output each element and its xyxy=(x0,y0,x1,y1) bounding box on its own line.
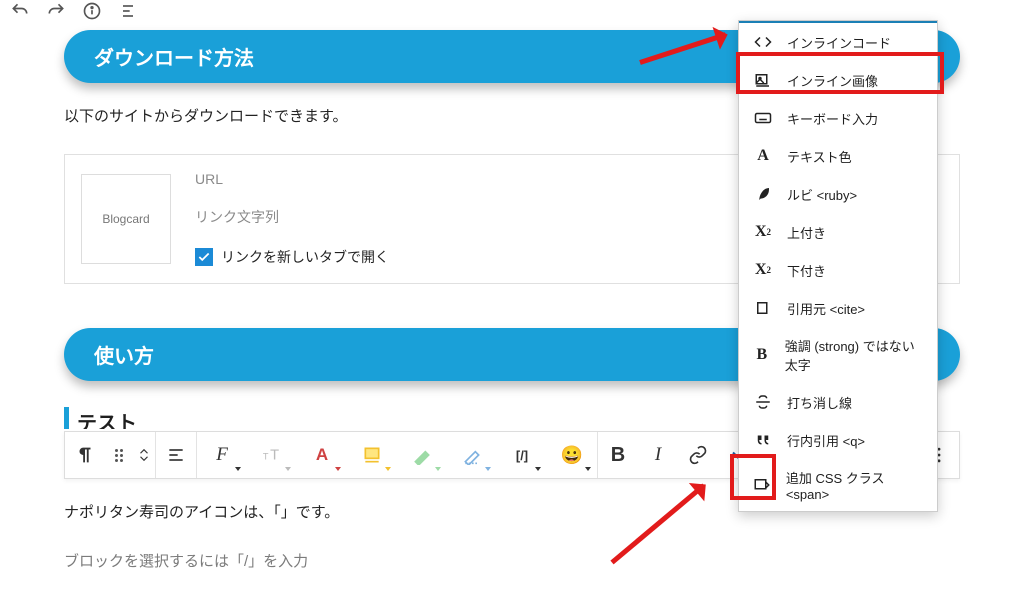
paragraph-button[interactable] xyxy=(65,431,105,479)
undo-button[interactable] xyxy=(8,0,32,22)
checkbox-checked-icon[interactable] xyxy=(195,248,213,266)
heading-text: 使い方 xyxy=(94,346,154,368)
text-color-button[interactable]: A xyxy=(297,431,347,479)
list-view-button[interactable] xyxy=(116,0,140,22)
svg-text:T: T xyxy=(263,452,269,462)
blogcard-newtab-label: リンクを新しいタブで開く xyxy=(221,247,389,267)
editor-top-tools xyxy=(0,0,1024,22)
dd-label: テキスト色 xyxy=(787,147,852,166)
dd-css-class[interactable]: 追加 CSS クラス <span> xyxy=(739,459,937,511)
dd-subscript[interactable]: X2 下付き xyxy=(739,251,937,289)
image-icon xyxy=(753,70,773,90)
highlight-button[interactable] xyxy=(347,431,397,479)
dd-inline-quote[interactable]: 行内引用 <q> xyxy=(739,421,937,459)
dd-cite[interactable]: 引用元 <cite> xyxy=(739,289,937,327)
move-up-down[interactable] xyxy=(133,431,155,479)
align-button[interactable] xyxy=(156,431,196,479)
subscript-icon: X2 xyxy=(753,260,773,280)
shortcode-button[interactable]: [/] xyxy=(497,431,547,479)
bold-button[interactable]: B xyxy=(598,431,638,479)
dd-label: 打ち消し線 xyxy=(787,393,852,412)
superscript-icon: X2 xyxy=(753,222,773,242)
dd-ruby[interactable]: ルビ <ruby> xyxy=(739,175,937,213)
underline-marker-button[interactable] xyxy=(447,431,497,479)
dd-inline-image[interactable]: インライン画像 xyxy=(739,61,937,99)
dd-label: インラインコード xyxy=(787,33,891,52)
dd-text-color[interactable]: A テキスト色 xyxy=(739,137,937,175)
css-span-icon xyxy=(753,475,772,495)
info-button[interactable] xyxy=(80,0,104,22)
dd-strikethrough[interactable]: 打ち消し線 xyxy=(739,383,937,421)
dd-label: 上付き xyxy=(787,223,826,242)
dd-label: インライン画像 xyxy=(787,71,878,90)
cite-icon xyxy=(753,298,773,318)
font-size-button[interactable]: TT xyxy=(247,431,297,479)
dd-label: 引用元 <cite> xyxy=(787,299,865,318)
svg-text:T: T xyxy=(270,448,279,464)
dd-label: 強調 (strong) ではない太字 xyxy=(785,336,923,374)
blogcard-thumb-placeholder: Blogcard xyxy=(81,174,171,264)
dd-label: 行内引用 <q> xyxy=(787,431,865,450)
redo-button[interactable] xyxy=(44,0,68,22)
dd-label: ルビ <ruby> xyxy=(787,185,857,204)
dd-inline-code[interactable]: インラインコード xyxy=(739,21,937,61)
drag-handle[interactable] xyxy=(105,431,133,479)
strikethrough-icon xyxy=(753,392,773,412)
marker-button[interactable] xyxy=(397,431,447,479)
italic-button[interactable]: I xyxy=(638,431,678,479)
dd-label: 追加 CSS クラス <span> xyxy=(786,468,923,502)
block-select-hint[interactable]: ブロックを選択するには「/」を入力 xyxy=(64,550,960,571)
link-button[interactable] xyxy=(678,431,718,479)
dd-bold-no-strong[interactable]: B 強調 (strong) ではない太字 xyxy=(739,327,937,383)
dd-keyboard-input[interactable]: キーボード入力 xyxy=(739,99,937,137)
feather-icon xyxy=(753,184,773,204)
keyboard-icon xyxy=(753,108,773,128)
bold-icon: B xyxy=(753,345,771,365)
code-icon xyxy=(753,32,773,52)
emoji-button[interactable]: 😀 xyxy=(547,431,597,479)
font-family-button[interactable]: F xyxy=(197,431,247,479)
quote-icon xyxy=(753,430,773,450)
text-a-icon: A xyxy=(753,146,773,166)
rich-text-more-dropdown: インラインコード インライン画像 キーボード入力 A テキスト色 ルビ <rub… xyxy=(738,20,938,512)
dd-label: キーボード入力 xyxy=(787,109,878,128)
dd-superscript[interactable]: X2 上付き xyxy=(739,213,937,251)
dd-label: 下付き xyxy=(787,261,826,280)
heading-text: ダウンロード方法 xyxy=(94,48,254,70)
